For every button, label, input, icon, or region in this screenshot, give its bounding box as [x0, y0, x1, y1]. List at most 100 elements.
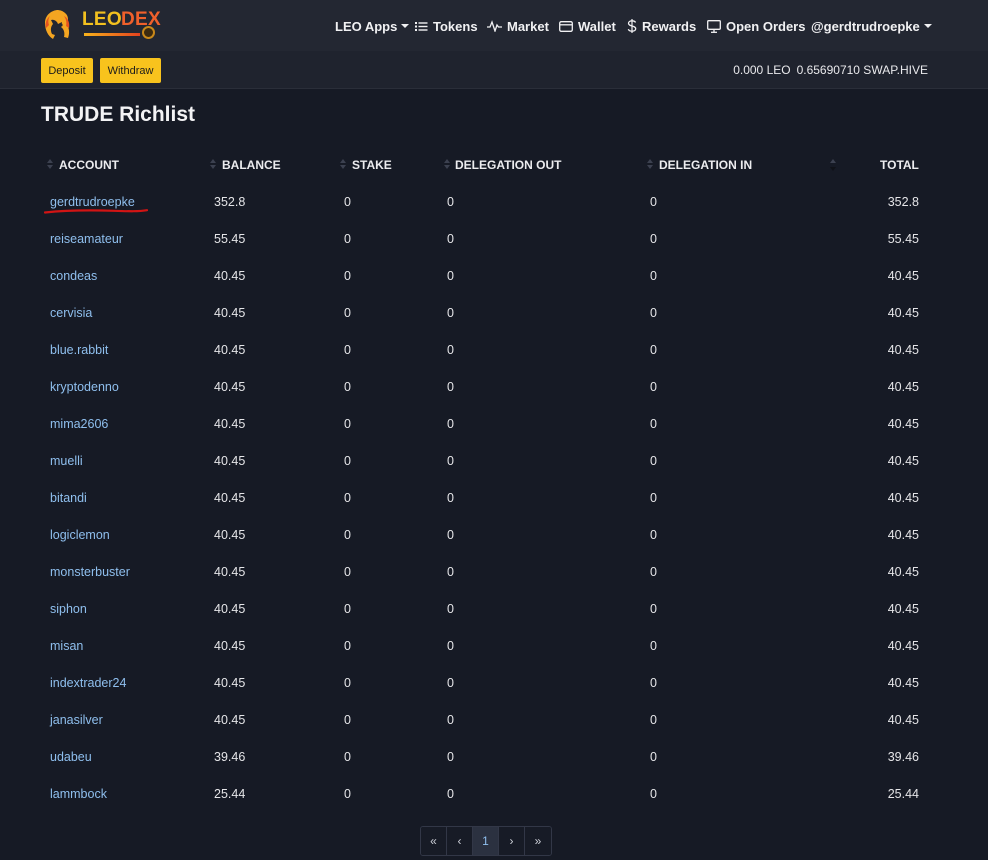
delegation-out-cell: 0	[447, 343, 454, 357]
account-link[interactable]: lammbock	[50, 776, 107, 813]
account-link[interactable]: kryptodenno	[50, 369, 119, 406]
account-link[interactable]: mima2606	[50, 406, 108, 443]
account-link[interactable]: reiseamateur	[50, 221, 123, 258]
balance-cell: 40.45	[214, 380, 246, 394]
nav-market-label: Market	[507, 18, 549, 34]
delegation-in-cell: 0	[650, 232, 657, 246]
total-cell: 55.45	[887, 232, 919, 246]
table-row: logiclemon 40.45 0 0 0 40.45	[41, 517, 931, 554]
stake-cell: 0	[344, 454, 351, 468]
prev-page-button[interactable]: ‹	[447, 827, 473, 855]
nav-leo-apps[interactable]: LEO Apps	[335, 17, 410, 35]
delegation-in-cell: 0	[650, 676, 657, 690]
nav-rewards-label: Rewards	[642, 18, 697, 34]
table-row: udabeu 39.46 0 0 0 39.46	[41, 739, 931, 776]
nav-rewards[interactable]: Rewards	[627, 17, 696, 35]
nav-leo-apps-label: LEO Apps	[335, 18, 398, 34]
pagination: « ‹ 1 › »	[420, 826, 552, 856]
table-row: kryptodenno 40.45 0 0 0 40.45	[41, 369, 931, 406]
account-link[interactable]: misan	[50, 628, 83, 665]
brand-leo: LEO	[82, 9, 122, 30]
user-menu[interactable]: @gerdtrudroepke	[811, 17, 932, 35]
account-link[interactable]: cervisia	[50, 295, 92, 332]
delegation-in-cell: 0	[650, 639, 657, 653]
top-navbar: LEO DEX LEO Apps Tokens Market Wallet Re…	[0, 0, 988, 51]
balance-summary: 0.000 LEO 0.65690710 SWAP.HIVE	[733, 63, 928, 77]
account-link[interactable]: condeas	[50, 258, 97, 295]
delegation-out-cell: 0	[447, 787, 454, 801]
account-link[interactable]: bitandi	[50, 480, 87, 517]
column-header-total[interactable]: TOTAL	[880, 158, 919, 172]
delegation-in-cell: 0	[650, 713, 657, 727]
account-link[interactable]: siphon	[50, 591, 87, 628]
stake-cell: 0	[344, 269, 351, 283]
sort-icon[interactable]	[444, 159, 450, 171]
stake-cell: 0	[344, 417, 351, 431]
column-header-account[interactable]: ACCOUNT	[59, 158, 119, 172]
sort-icon[interactable]	[210, 159, 216, 171]
column-header-balance[interactable]: BALANCE	[222, 158, 281, 172]
delegation-in-cell: 0	[650, 380, 657, 394]
balance-cell: 39.46	[214, 750, 246, 764]
table-row: reiseamateur 55.45 0 0 0 55.45	[41, 221, 931, 258]
deposit-button[interactable]: Deposit	[41, 58, 93, 83]
stake-cell: 0	[344, 491, 351, 505]
table-row: janasilver 40.45 0 0 0 40.45	[41, 702, 931, 739]
sort-icon[interactable]	[47, 159, 53, 171]
withdraw-button[interactable]: Withdraw	[100, 58, 161, 83]
table-row: bitandi 40.45 0 0 0 40.45	[41, 480, 931, 517]
account-link[interactable]: janasilver	[50, 702, 103, 739]
balance-cell: 40.45	[214, 343, 246, 357]
column-header-stake[interactable]: STAKE	[352, 158, 392, 172]
table-row: misan 40.45 0 0 0 40.45	[41, 628, 931, 665]
total-cell: 40.45	[887, 306, 919, 320]
stake-cell: 0	[344, 639, 351, 653]
column-header-delegation-out[interactable]: DELEGATION OUT	[455, 158, 561, 172]
delegation-out-cell: 0	[447, 454, 454, 468]
balance-cell: 25.44	[214, 787, 246, 801]
account-link[interactable]: muelli	[50, 443, 83, 480]
brand-wordmark: LEO DEX	[82, 8, 161, 42]
first-page-button[interactable]: «	[421, 827, 447, 855]
account-link[interactable]: blue.rabbit	[50, 332, 108, 369]
balance-cell: 40.45	[214, 639, 246, 653]
nav-open-orders[interactable]: Open Orders	[707, 17, 805, 35]
sort-desc-icon[interactable]	[830, 159, 836, 171]
delegation-out-cell: 0	[447, 713, 454, 727]
delegation-out-cell: 0	[447, 232, 454, 246]
delegation-in-cell: 0	[650, 417, 657, 431]
account-link[interactable]: udabeu	[50, 739, 92, 776]
stake-cell: 0	[344, 787, 351, 801]
account-link[interactable]: indextrader24	[50, 665, 126, 702]
delegation-out-cell: 0	[447, 676, 454, 690]
total-cell: 40.45	[887, 639, 919, 653]
total-cell: 40.45	[887, 565, 919, 579]
balance-cell: 40.45	[214, 713, 246, 727]
column-header-delegation-in[interactable]: DELEGATION IN	[659, 158, 752, 172]
user-menu-label: @gerdtrudroepke	[811, 18, 920, 34]
account-link[interactable]: monsterbuster	[50, 554, 130, 591]
delegation-in-cell: 0	[650, 602, 657, 616]
chevron-down-icon	[401, 24, 410, 28]
lion-logo-icon	[45, 10, 70, 39]
table-row: lammbock 25.44 0 0 0 25.44	[41, 776, 931, 813]
page-title: TRUDE Richlist	[41, 103, 196, 126]
sort-icon[interactable]	[340, 159, 346, 171]
nav-tokens-label: Tokens	[433, 18, 478, 34]
next-page-button[interactable]: ›	[499, 827, 525, 855]
sort-icon[interactable]	[647, 159, 653, 171]
table-row: blue.rabbit 40.45 0 0 0 40.45	[41, 332, 931, 369]
page-button-current[interactable]: 1	[473, 827, 499, 855]
nav-tokens[interactable]: Tokens	[415, 17, 478, 35]
stake-cell: 0	[344, 195, 351, 209]
delegation-out-cell: 0	[447, 417, 454, 431]
last-page-button[interactable]: »	[525, 827, 551, 855]
leodex-logo[interactable]: LEO DEX	[40, 8, 161, 42]
balance-cell: 40.45	[214, 491, 246, 505]
nav-wallet[interactable]: Wallet	[559, 17, 616, 35]
account-link[interactable]: logiclemon	[50, 517, 110, 554]
delegation-in-cell: 0	[650, 195, 657, 209]
delegation-out-cell: 0	[447, 639, 454, 653]
nav-market[interactable]: Market	[487, 17, 549, 35]
balance-cell: 55.45	[214, 232, 246, 246]
